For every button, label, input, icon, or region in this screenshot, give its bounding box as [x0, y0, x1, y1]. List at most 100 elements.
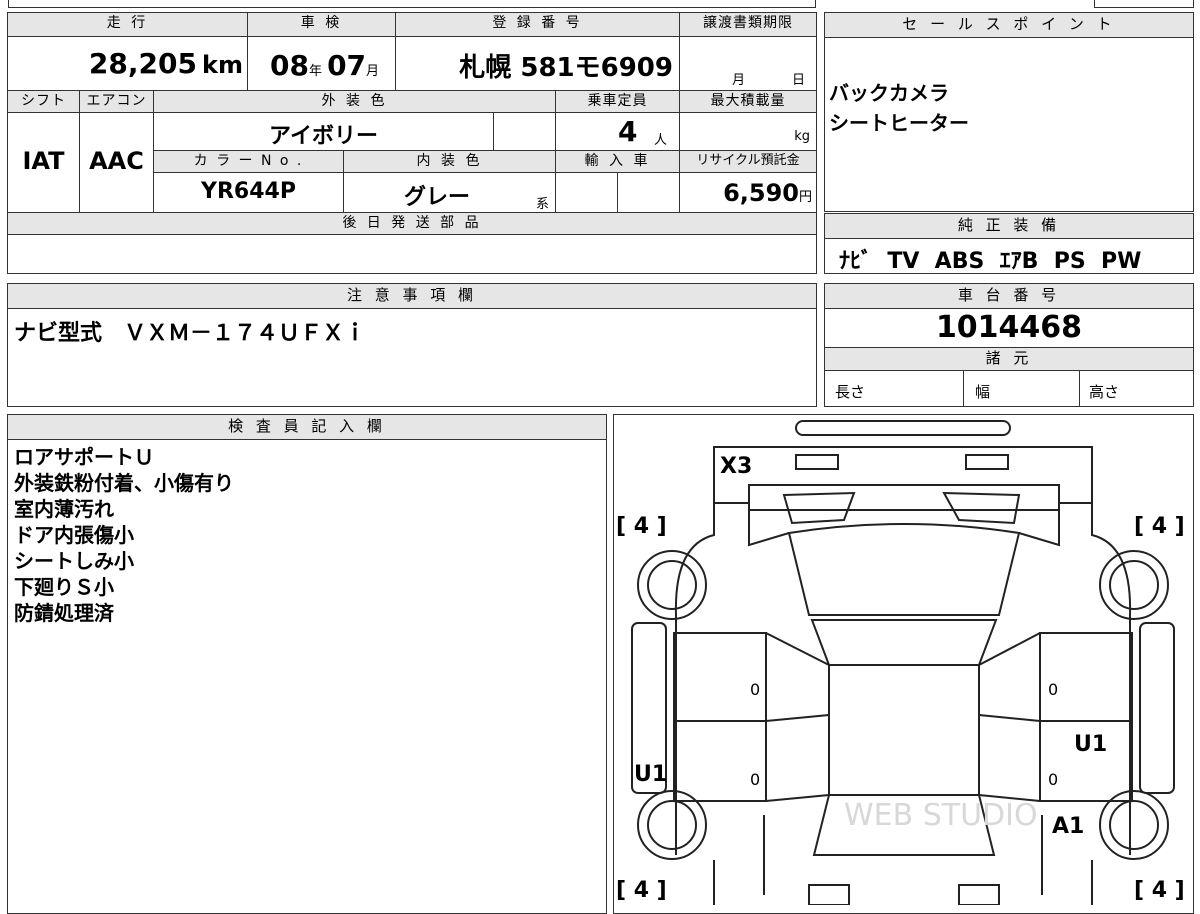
capacity-unit: 人: [654, 133, 668, 148]
inspection-label: 車 検: [248, 13, 396, 37]
mark-right-door: U1: [1074, 732, 1107, 757]
rocker-right: [1139, 622, 1175, 794]
exterior-color-label: 外 装 色: [154, 91, 556, 113]
equipment-items: ﾅﾋﾞ TV ABS ｴｱB PS PW: [839, 249, 1142, 274]
watermark: WEB STUDIO: [844, 798, 1038, 833]
exterior-color-value: アイボリー: [269, 124, 378, 149]
aircon-value-cell: AAC: [80, 113, 154, 213]
exterior-color-extra-cell: [494, 113, 556, 151]
year-unit: 年: [308, 64, 322, 79]
deadline-day-unit: 日: [792, 73, 806, 88]
door-right-lines: [978, 632, 1041, 802]
windshield: [787, 523, 1021, 616]
recycle-fee-value: 6,590: [723, 179, 799, 207]
door-left-lines: [765, 632, 830, 802]
inspector-line: 室内薄汚れ: [14, 497, 114, 521]
sales-point-item: シートヒーター: [829, 111, 969, 135]
deadline-month-unit: 月: [732, 73, 746, 88]
mileage-value: 28,205: [88, 47, 197, 80]
notes-title: 注 意 事 項 欄: [8, 284, 816, 309]
mark-zero: 0: [750, 680, 760, 699]
inspector-line: 外装鉄粉付着、小傷有り: [14, 471, 234, 495]
color-no-value: YR644P: [201, 179, 296, 204]
chassis-box: 車 台 番 号 1014468 諸 元 長さ 幅 高さ: [824, 283, 1194, 407]
registration-value: 札幌 581モ6909: [459, 53, 673, 83]
spec-divider: [1079, 371, 1080, 407]
capacity-value: 4: [618, 115, 638, 148]
spec-width-label: 幅: [975, 383, 991, 401]
aircon-value: AAC: [89, 147, 144, 175]
inspector-lines: ロアサポートＵ 外装鉄粉付着、小傷有り 室内薄汚れ ドア内張傷小 シートしみ小 …: [8, 440, 606, 626]
hood-outline: [748, 484, 1060, 511]
spec-length-label: 長さ: [835, 383, 866, 401]
hood-vent-left: [782, 491, 856, 525]
chassis-number: 1014468: [825, 309, 1193, 348]
equipment-title: 純 正 装 備: [825, 214, 1193, 239]
interior-color-label: 内 装 色: [344, 151, 556, 173]
registration-value-cell: 札幌 581モ6909: [396, 37, 680, 91]
inspector-line: シートしみ小: [14, 549, 134, 573]
sales-points-list: バックカメラ シートヒーター: [825, 38, 1193, 138]
recycle-unit: 円: [798, 190, 812, 205]
mark-zero: 0: [750, 770, 760, 789]
max-load-unit: kg: [794, 129, 810, 144]
door-front-left: [673, 632, 767, 722]
fender-right: [1018, 510, 1060, 547]
capacity-value-cell: 4 人: [556, 113, 680, 151]
import-cell-a: [556, 173, 618, 213]
max-load-label: 最大積載量: [680, 91, 816, 113]
notes-box: 注 意 事 項 欄 ナビ型式 ＶＸＭ－１７４ＵＦＸｉ: [7, 283, 817, 407]
door-front-right: [1039, 632, 1133, 722]
mark-tire-rl: [ 4 ]: [616, 878, 667, 903]
shift-label: シフト: [8, 91, 80, 113]
month-unit: 月: [366, 64, 380, 79]
inspector-line: 下廻りＳ小: [14, 575, 114, 599]
roof: [828, 664, 980, 796]
spec-height-label: 高さ: [1089, 383, 1120, 401]
sales-points-title: セ ー ル ス ポ イ ン ト: [825, 13, 1193, 38]
interior-suffix: 系: [535, 197, 549, 212]
headlight-right: [965, 454, 1009, 470]
mark-zero: 0: [1048, 680, 1058, 699]
top-crop-strip-right: [1094, 0, 1194, 8]
roof-front: [810, 619, 998, 666]
door-rear-left: [673, 720, 767, 802]
inspector-box: 検 査 員 記 入 欄 ロアサポートＵ 外装鉄粉付着、小傷有り 室内薄汚れ ドア…: [7, 414, 607, 914]
mark-front: X3: [720, 454, 752, 479]
mileage-label: 走 行: [8, 13, 248, 37]
mark-tire-fr: [ 4 ]: [1134, 514, 1185, 539]
inspector-line: ロアサポートＵ: [14, 445, 154, 469]
sales-point-item: バックカメラ: [829, 81, 949, 105]
equipment-box: 純 正 装 備 ﾅﾋﾞ TV ABS ｴｱB PS PW: [824, 213, 1194, 274]
car-diagram: X3 [ 4 ] [ 4 ] [ 4 ] [ 4 ] U1 U1 A1 0 0 …: [616, 420, 1185, 905]
chassis-title: 車 台 番 号: [825, 284, 1193, 309]
sales-points-box: セ ー ル ス ポ イ ン ト バックカメラ シートヒーター: [824, 12, 1194, 212]
inspection-value-cell: 08年 07月: [248, 37, 396, 91]
transfer-deadline-label: 譲渡書類期限: [680, 13, 816, 37]
deadline-value-cell: 月 日: [680, 37, 816, 91]
interior-color-value: グレー: [404, 185, 471, 210]
tire-rear-right-inner: [1109, 800, 1159, 850]
tire-front-right-inner: [1109, 560, 1159, 610]
max-load-value-cell: kg: [680, 113, 816, 151]
inspection-month: 07: [327, 49, 367, 82]
car-diagram-box: X3 [ 4 ] [ 4 ] [ 4 ] [ 4 ] U1 U1 A1 0 0 …: [613, 414, 1194, 914]
tire-rear-left-inner: [647, 800, 697, 850]
specs-title: 諸 元: [825, 348, 1193, 371]
spec-table: 走 行 車 検 登 録 番 号 譲渡書類期限 28,205 km 08年 07月…: [7, 12, 817, 274]
import-cell-b: [618, 173, 680, 213]
rear-light-left: [808, 884, 850, 905]
inspection-year: 08: [270, 49, 309, 82]
tire-front-left-inner: [647, 560, 697, 610]
front-panel-outline: [713, 446, 1093, 504]
inspector-line: ドア内張傷小: [14, 523, 134, 547]
hood-vent-right: [942, 491, 1021, 525]
registration-label: 登 録 番 号: [396, 13, 680, 37]
exterior-color-cell: アイボリー: [154, 113, 494, 151]
mileage-value-cell: 28,205 km: [8, 37, 248, 91]
recycle-fee-label: リサイクル預託金: [680, 151, 816, 173]
color-no-cell: YR644P: [154, 173, 344, 213]
capacity-label: 乗車定員: [556, 91, 680, 113]
mark-right-rear: A1: [1052, 814, 1084, 839]
aircon-label: エアコン: [80, 91, 154, 113]
